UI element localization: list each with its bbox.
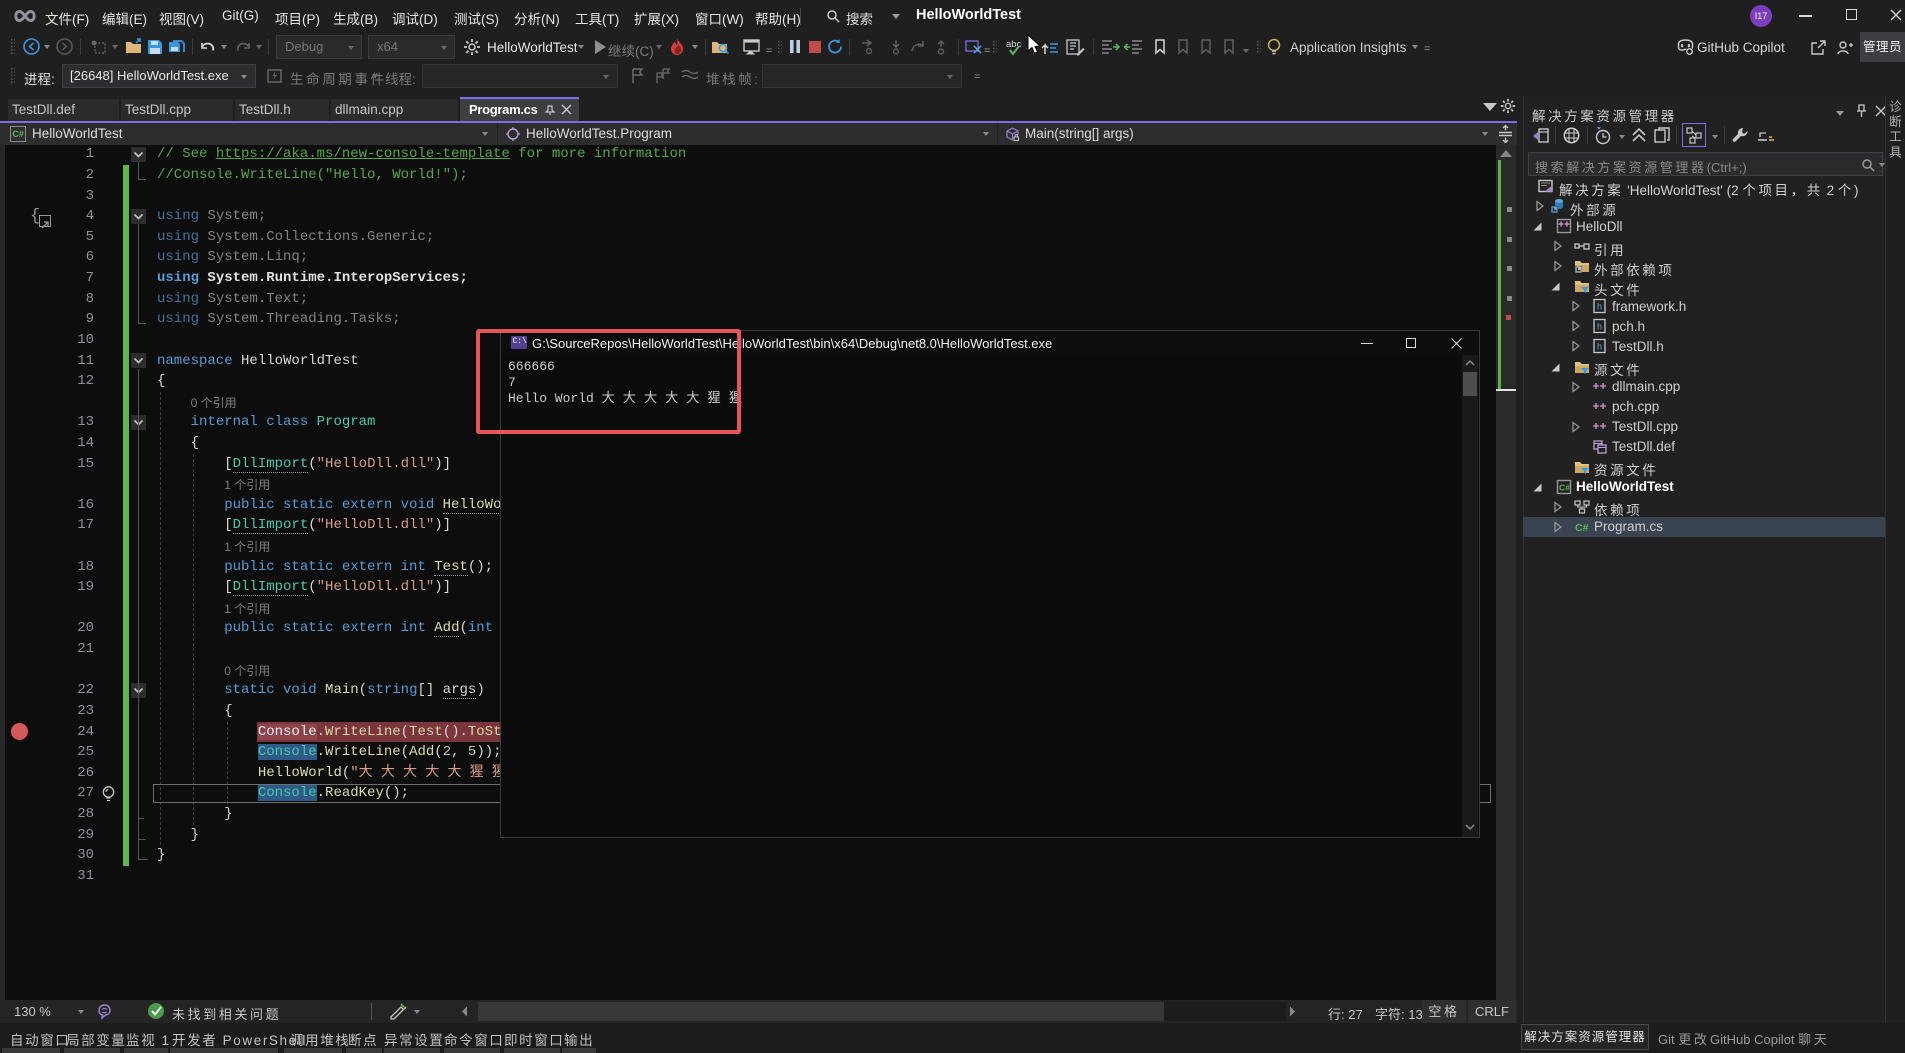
svg-text:h: h bbox=[1597, 342, 1602, 352]
svg-text:C#: C# bbox=[1559, 482, 1570, 492]
svg-text:C#: C# bbox=[1575, 522, 1589, 534]
svg-text:h: h bbox=[1597, 302, 1602, 312]
svg-text:h: h bbox=[1597, 322, 1602, 332]
svg-text:abc: abc bbox=[1006, 39, 1022, 50]
